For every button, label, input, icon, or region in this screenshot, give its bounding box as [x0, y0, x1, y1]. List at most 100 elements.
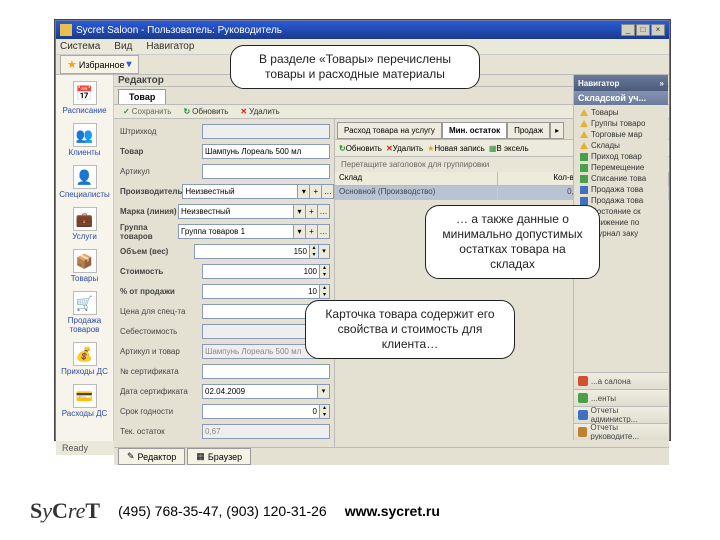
- nav-item[interactable]: Списание това: [574, 173, 668, 184]
- sidebar-item-products[interactable]: 📦Товары: [58, 247, 112, 285]
- refresh-button[interactable]: ↻Обновить: [178, 105, 233, 118]
- favorites-label: Избранное: [79, 60, 125, 70]
- rtab-sales[interactable]: Продаж: [507, 122, 550, 139]
- nav-section-bar[interactable]: ...енты: [574, 389, 668, 406]
- expense-icon: 💳: [73, 384, 97, 408]
- square-icon: [580, 153, 588, 161]
- window-controls: _ □ ×: [621, 24, 665, 36]
- nav-item[interactable]: Товары: [574, 107, 668, 118]
- favorites-button[interactable]: ★ Избранное ▾: [60, 55, 139, 74]
- expiry-label: Срок годности: [120, 407, 202, 416]
- delete-button[interactable]: ✕Удалить: [235, 105, 284, 118]
- sidebar-item-expense[interactable]: 💳Расходы ДС: [58, 382, 112, 420]
- nav-item[interactable]: Группы товаро: [574, 118, 668, 129]
- sidebar-item-services[interactable]: 💼Услуги: [58, 205, 112, 243]
- nav-item[interactable]: Приход товар: [574, 151, 668, 162]
- expiry-input[interactable]: [202, 404, 320, 419]
- nav-item[interactable]: Склады: [574, 140, 668, 151]
- manufacturer-input[interactable]: [182, 184, 298, 199]
- group-buttons[interactable]: ▾+…: [294, 224, 330, 239]
- menu-navigator[interactable]: Навигатор: [146, 41, 194, 52]
- sidebar-item-specialists[interactable]: 👤Специалисты: [58, 163, 112, 201]
- cost-spinner[interactable]: ▴▾: [320, 264, 330, 279]
- section-icon: [578, 427, 587, 437]
- sidebar-label: Специалисты: [59, 190, 110, 199]
- dropdown-icon: ▾: [127, 59, 132, 70]
- sidebar-item-income[interactable]: 💰Приходы ДС: [58, 340, 112, 378]
- nav-section-bar[interactable]: Отчеты администр...: [574, 406, 668, 423]
- nav-item[interactable]: Перемещение: [574, 162, 668, 173]
- delete-icon: ✕: [386, 144, 393, 153]
- article-input[interactable]: [202, 164, 330, 179]
- barcode-input[interactable]: [202, 124, 330, 139]
- volume-input[interactable]: [194, 244, 310, 259]
- product-input[interactable]: [202, 144, 330, 159]
- rtab-usage[interactable]: Расход товара на услугу: [337, 122, 442, 139]
- callout-minstock: … а также данные о минимально допустимых…: [425, 205, 600, 279]
- navigator-header: Навигатор»: [574, 75, 668, 91]
- save-button[interactable]: ✓Сохранить: [118, 105, 176, 118]
- minimize-button[interactable]: _: [621, 24, 635, 36]
- tab-product[interactable]: Товар: [118, 89, 166, 104]
- browser-icon: ▦: [196, 451, 205, 462]
- nav-section-bar[interactable]: Отчеты руководите...: [574, 423, 668, 440]
- sidebar-label: Услуги: [72, 232, 97, 241]
- nav-item[interactable]: Продажа това: [574, 184, 668, 195]
- sidebar-label: Расписание: [62, 106, 106, 115]
- sidebar-label: Товары: [71, 274, 99, 283]
- section-icon: [578, 376, 588, 386]
- percent-spinner[interactable]: ▴▾: [320, 284, 330, 299]
- btab-browser[interactable]: ▦Браузер: [187, 448, 251, 465]
- triangle-icon: [580, 120, 588, 127]
- rest-input: [202, 424, 330, 439]
- sidebar-label: Клиенты: [68, 148, 100, 157]
- callout-card: Карточка товара содержит его свойства и …: [305, 300, 515, 359]
- excel-button[interactable]: ▦В эксель: [489, 144, 529, 153]
- date-dropdown[interactable]: ▾: [318, 384, 330, 399]
- sidebar-item-clients[interactable]: 👥Клиенты: [58, 121, 112, 159]
- expiry-spinner[interactable]: ▴▾: [320, 404, 330, 419]
- new-button[interactable]: ★Новая запись: [427, 144, 485, 153]
- titlebar: Sycret Saloon - Пользователь: Руководите…: [56, 21, 669, 39]
- price-input[interactable]: [202, 304, 320, 319]
- nav-item[interactable]: Торговые мар: [574, 129, 668, 140]
- sidebar-item-sales[interactable]: 🛒Продажа товаров: [58, 289, 112, 336]
- menu-system[interactable]: Система: [60, 41, 100, 52]
- cert-input[interactable]: [202, 364, 330, 379]
- rtab-minstock[interactable]: Мин. остаток: [442, 122, 507, 139]
- brand-label: Марка (линия): [120, 207, 178, 216]
- certdate-input[interactable]: [202, 384, 318, 399]
- menu-view[interactable]: Вид: [114, 41, 132, 52]
- navigator-section[interactable]: Складской уч...: [574, 91, 668, 105]
- triangle-icon: [580, 142, 588, 149]
- triangle-icon: [580, 109, 588, 116]
- refresh-button[interactable]: ↻Обновить: [339, 144, 382, 153]
- manufacturer-buttons[interactable]: ▾+…: [298, 184, 334, 199]
- maximize-button[interactable]: □: [636, 24, 650, 36]
- group-input[interactable]: [178, 224, 294, 239]
- percent-input[interactable]: [202, 284, 320, 299]
- sidebar-label: Расходы ДС: [62, 409, 108, 418]
- btab-editor[interactable]: ✎Редактор: [118, 448, 185, 465]
- brand-input[interactable]: [178, 204, 294, 219]
- volume-dropdown[interactable]: ▾: [319, 244, 330, 259]
- col-qty[interactable]: Кол-во: [498, 172, 584, 185]
- volume-spinner[interactable]: ▴▾: [310, 244, 319, 259]
- delete-button[interactable]: ✕Удалить: [386, 144, 423, 153]
- article-label: Артикул: [120, 167, 202, 176]
- close-button[interactable]: ×: [651, 24, 665, 36]
- rest-label: Тек. остаток: [120, 427, 202, 436]
- volume-label: Объем (вес): [120, 247, 194, 256]
- cert-label: № сертификата: [120, 367, 202, 376]
- cell-qty: 0,5: [498, 186, 584, 200]
- sidebar-item-schedule[interactable]: 📅Расписание: [58, 79, 112, 117]
- brand-buttons[interactable]: ▾+…: [294, 204, 330, 219]
- income-icon: 💰: [73, 342, 97, 366]
- collapse-icon[interactable]: »: [660, 79, 664, 88]
- cost-input[interactable]: [202, 264, 320, 279]
- rtab-more[interactable]: ▸: [550, 122, 564, 139]
- barcode-label: Штрихкод: [120, 127, 202, 136]
- footer-phone: (495) 768-35-47, (903) 120-31-26: [118, 503, 327, 519]
- col-warehouse[interactable]: Склад: [335, 172, 498, 185]
- nav-section-bar[interactable]: ...а салона: [574, 372, 668, 389]
